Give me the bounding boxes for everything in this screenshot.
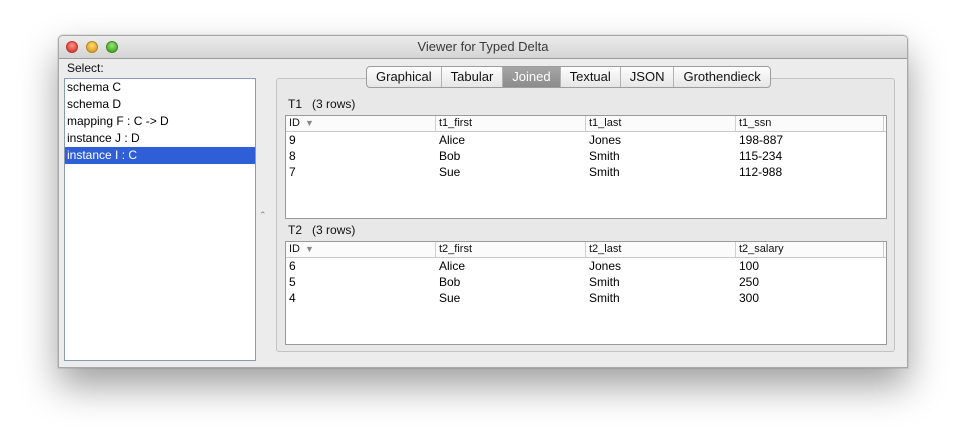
- column-header-t1-ssn[interactable]: t1_ssn: [736, 116, 884, 131]
- selection-list[interactable]: schema C schema D mapping F : C -> D ins…: [64, 78, 256, 361]
- table-cell: Alice: [439, 133, 466, 147]
- table-row[interactable]: 9 Alice Jones 198-887: [286, 132, 886, 148]
- table-cell: Jones: [589, 133, 622, 147]
- tab-graphical[interactable]: Graphical: [367, 67, 442, 87]
- table-t1-name: T1: [288, 97, 303, 111]
- table-row[interactable]: 5 Bob Smith 250: [286, 274, 886, 290]
- table-cell: Sue: [439, 291, 461, 305]
- table-cell: Smith: [589, 275, 620, 289]
- list-item-instance-i[interactable]: instance I : C: [65, 147, 255, 164]
- table-cell: Smith: [589, 291, 620, 305]
- table-cell: 4: [289, 291, 296, 305]
- table-cell: 5: [289, 275, 296, 289]
- table-cell: Sue: [439, 165, 461, 179]
- table-cell: Alice: [439, 259, 466, 273]
- table-cell: 198-887: [739, 133, 784, 147]
- tab-json[interactable]: JSON: [621, 67, 675, 87]
- list-item-instance-j[interactable]: instance J : D: [65, 130, 255, 147]
- table-row[interactable]: 8 Bob Smith 115-234: [286, 148, 886, 164]
- select-label: Select:: [67, 61, 104, 75]
- tab-grothendieck[interactable]: Grothendieck: [674, 67, 769, 87]
- column-header-t2-first[interactable]: t2_first: [436, 242, 586, 257]
- sort-descending-icon: ▼: [305, 244, 314, 254]
- table-t1-heading: T1 (3 rows): [288, 97, 355, 111]
- table-cell: 100: [739, 259, 760, 273]
- table-t2[interactable]: ID ▼ t2_first t2_last t2_salary 6 Alice J…: [285, 241, 887, 345]
- column-header-t2-last[interactable]: t2_last: [586, 242, 736, 257]
- table-cell: 112-988: [739, 165, 783, 179]
- splitter-handle-icon[interactable]: ⌃: [259, 210, 267, 221]
- viewer-window: Viewer for Typed Delta Select: schema C …: [58, 35, 908, 368]
- column-header-t2-salary[interactable]: t2_salary: [736, 242, 884, 257]
- window-title: Viewer for Typed Delta: [417, 39, 549, 54]
- tab-joined[interactable]: Joined: [503, 67, 561, 87]
- table-cell: Smith: [589, 149, 620, 163]
- table-row[interactable]: 7 Sue Smith 112-988: [286, 164, 886, 180]
- column-header-t1-last[interactable]: t1_last: [586, 116, 736, 131]
- table-cell: 8: [289, 149, 296, 163]
- table-cell: 250: [739, 275, 760, 289]
- title-bar[interactable]: Viewer for Typed Delta: [59, 36, 907, 59]
- column-header-t1-first[interactable]: t1_first: [436, 116, 586, 131]
- table-cell: 115-234: [739, 149, 783, 163]
- table-row[interactable]: 6 Alice Jones 100: [286, 258, 886, 274]
- tab-tabular[interactable]: Tabular: [442, 67, 504, 87]
- list-item-schema-c[interactable]: schema C: [65, 79, 255, 96]
- sort-descending-icon: ▼: [305, 118, 314, 128]
- table-cell: 7: [289, 165, 296, 179]
- table-cell: Jones: [589, 259, 622, 273]
- list-item-mapping-f[interactable]: mapping F : C -> D: [65, 113, 255, 130]
- table-cell: Bob: [439, 149, 461, 163]
- tab-textual[interactable]: Textual: [561, 67, 621, 87]
- view-tabs: Graphical Tabular Joined Textual JSON Gr…: [366, 66, 771, 88]
- table-cell: 300: [739, 291, 760, 305]
- table-cell: Bob: [439, 275, 461, 289]
- table-t2-heading: T2 (3 rows): [288, 223, 355, 237]
- list-item-schema-d[interactable]: schema D: [65, 96, 255, 113]
- table-t2-row-count: (3 rows): [312, 223, 356, 237]
- table-t1-row-count: (3 rows): [312, 97, 356, 111]
- table-cell: Smith: [589, 165, 620, 179]
- table-t1[interactable]: ID ▼ t1_first t1_last t1_ssn 9 Alice Jone…: [285, 115, 887, 219]
- column-header-id[interactable]: ID ▼: [286, 116, 436, 131]
- table-t1-header: ID ▼ t1_first t1_last t1_ssn: [286, 116, 886, 132]
- table-cell: 6: [289, 259, 296, 273]
- table-cell: 9: [289, 133, 296, 147]
- table-row[interactable]: 4 Sue Smith 300: [286, 290, 886, 306]
- column-header-id[interactable]: ID ▼: [286, 242, 436, 257]
- table-t2-name: T2: [288, 223, 303, 237]
- table-t2-header: ID ▼ t2_first t2_last t2_salary: [286, 242, 886, 258]
